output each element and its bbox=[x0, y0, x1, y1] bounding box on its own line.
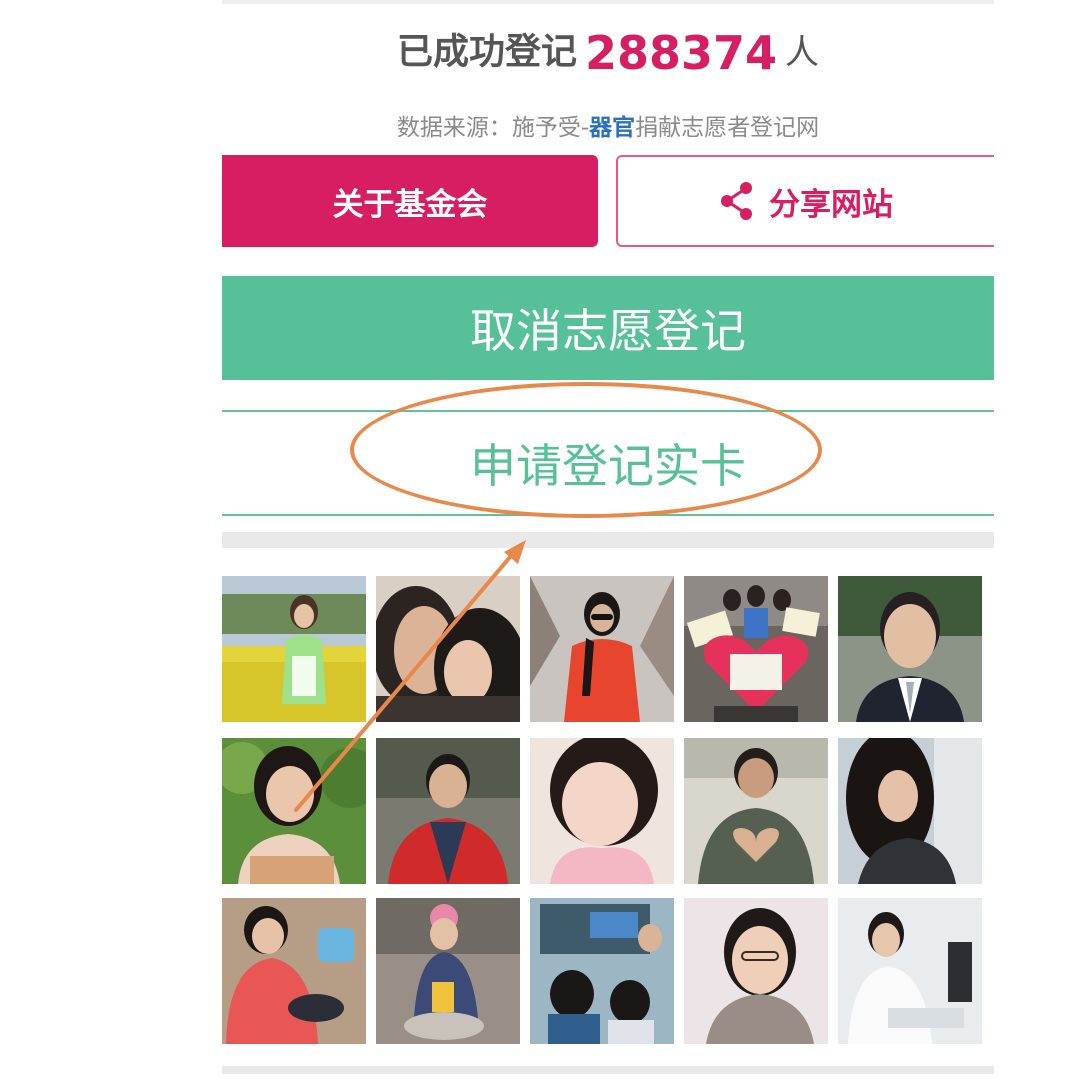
apply-physical-card-label: 申请登记实卡 bbox=[470, 439, 746, 493]
data-source: 数据来源：施予受-器官捐献志愿者登记网 bbox=[222, 108, 994, 148]
photo-couple-kiss[interactable] bbox=[376, 576, 520, 722]
photo-woman-crouching-red-coat[interactable] bbox=[222, 898, 366, 1044]
registration-count-prefix: 已成功登记 bbox=[396, 31, 577, 73]
section-divider bbox=[222, 532, 994, 548]
photo-woman-red-jacket-sunglasses[interactable] bbox=[530, 576, 674, 722]
photo-woman-glasses-scarf[interactable] bbox=[684, 898, 828, 1044]
photo-woman-selfie-pink-scarf[interactable] bbox=[530, 738, 674, 884]
photo-person-heart-hands[interactable] bbox=[684, 738, 828, 884]
cancel-registration-label: 取消志愿登记 bbox=[470, 304, 746, 358]
cancel-registration-button[interactable]: 取消志愿登记 bbox=[222, 276, 994, 380]
about-foundation-button[interactable]: 关于基金会 bbox=[222, 155, 598, 247]
mobile-page: 已成功登记 288374 人 数据来源：施予受-器官捐献志愿者登记网 关于基金会 分… bbox=[0, 0, 1080, 1084]
photo-woman-long-hair-window[interactable] bbox=[838, 738, 982, 884]
about-foundation-label: 关于基金会 bbox=[332, 186, 488, 223]
photo-man-suit[interactable] bbox=[838, 576, 982, 722]
photo-woman-pink-hat-outdoors[interactable] bbox=[376, 898, 520, 1044]
share-icon bbox=[719, 181, 755, 221]
volunteer-photo-grid bbox=[222, 576, 994, 1046]
photo-doctor-white-coat[interactable] bbox=[838, 898, 982, 1044]
registration-count-number: 288374 bbox=[584, 25, 778, 80]
data-source-highlight: 器官 bbox=[589, 115, 636, 141]
top-divider bbox=[222, 0, 994, 4]
photo-woman-short-hair-garden[interactable] bbox=[222, 738, 366, 884]
share-site-label: 分享网站 bbox=[769, 186, 893, 223]
data-source-suffix: 捐献志愿者登记网 bbox=[635, 115, 820, 141]
registration-count-unit: 人 bbox=[785, 32, 820, 73]
photo-man-red-jacket[interactable] bbox=[376, 738, 520, 884]
data-source-prefix: 数据来源：施予受- bbox=[396, 115, 590, 141]
bottom-divider bbox=[222, 1066, 994, 1074]
photo-classroom-children[interactable] bbox=[530, 898, 674, 1044]
apply-physical-card-button[interactable]: 申请登记实卡 bbox=[222, 410, 994, 516]
page-content: 已成功登记 288374 人 数据来源：施予受-器官捐献志愿者登记网 关于基金会 分… bbox=[222, 0, 994, 1084]
registration-count: 已成功登记 288374 人 bbox=[222, 22, 994, 82]
photo-woman-rapeseed-field[interactable] bbox=[222, 576, 366, 722]
photo-group-heart-sign[interactable] bbox=[684, 576, 828, 722]
share-site-button[interactable]: 分享网站 bbox=[616, 155, 994, 247]
